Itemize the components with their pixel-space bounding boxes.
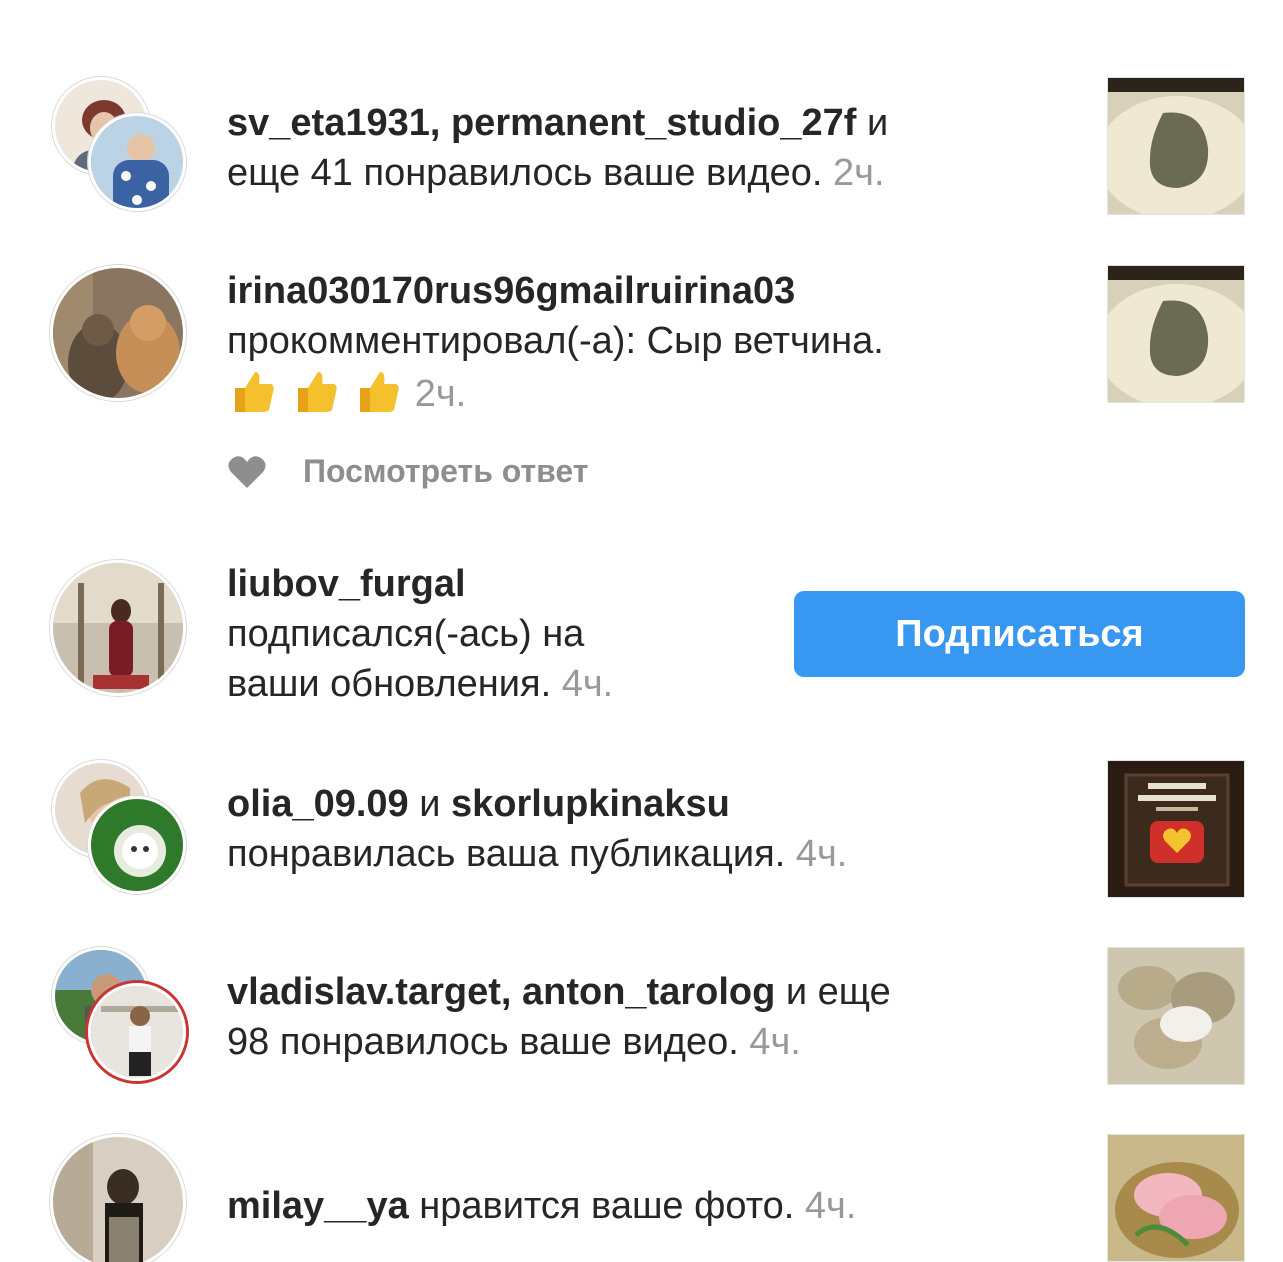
post-thumbnail[interactable] [1107, 1134, 1245, 1262]
user-avatar[interactable] [88, 796, 186, 894]
heart-icon[interactable] [227, 454, 267, 490]
notification-text: irina030170rus96gmailruirina03 прокоммен… [227, 266, 884, 419]
timestamp: 4ч. [804, 1185, 857, 1227]
timestamp: 4ч. [795, 833, 848, 875]
notification-text: liubov_furgal подписался(-ась) на ваши о… [227, 559, 613, 709]
timestamp: 4ч. [749, 1021, 801, 1063]
username-link[interactable]: olia_09.09 [227, 783, 409, 825]
user-avatar[interactable] [50, 265, 186, 401]
user-avatar[interactable] [50, 1134, 186, 1262]
timestamp: 2ч. [414, 373, 467, 415]
follow-button[interactable]: Подписаться [794, 591, 1245, 677]
timestamp: 4ч. [561, 663, 614, 705]
username-link[interactable]: skorlupkinaksu [451, 783, 730, 825]
notification-text: vladislav.target, anton_tarolog и еще 98… [227, 971, 891, 1063]
thumbs-up-icon [227, 372, 415, 415]
username-link[interactable]: vladislav.target, anton_tarolog [227, 971, 775, 1013]
notification-text: sv_eta1931, permanent_studio_27f и еще 4… [227, 102, 889, 194]
user-avatar[interactable] [88, 113, 186, 211]
post-thumbnail[interactable] [1107, 947, 1245, 1085]
notification-text: milay__ya нравится ваше фото. 4ч. [227, 1185, 857, 1227]
view-reply-link[interactable]: Посмотреть ответ [303, 453, 588, 490]
view-reply[interactable]: Посмотреть ответ [227, 453, 588, 490]
post-thumbnail[interactable] [1107, 265, 1245, 403]
post-thumbnail[interactable] [1107, 77, 1245, 215]
user-avatar[interactable] [88, 983, 186, 1081]
username-link[interactable]: irina030170rus96gmailruirina03 [227, 266, 884, 316]
user-avatar[interactable] [50, 560, 186, 696]
timestamp: 2ч. [833, 152, 885, 194]
activity-feed: sv_eta1931, permanent_studio_27f и еще 4… [0, 0, 1283, 1262]
username-link[interactable]: liubov_furgal [227, 559, 613, 609]
username-link[interactable]: sv_eta1931, permanent_studio_27f [227, 102, 856, 144]
notification-text: olia_09.09 и skorlupkinaksu понравилась … [227, 783, 848, 875]
username-link[interactable]: milay__ya [227, 1185, 409, 1227]
post-thumbnail[interactable] [1107, 760, 1245, 898]
